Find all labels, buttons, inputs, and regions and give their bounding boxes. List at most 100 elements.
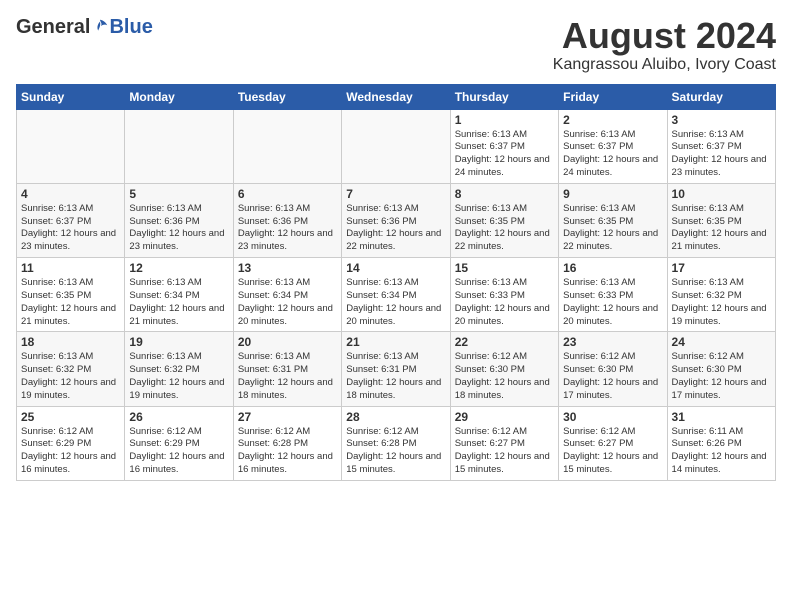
weekday-header-thursday: Thursday (450, 84, 558, 109)
day-number: 12 (129, 261, 228, 275)
day-info: Sunrise: 6:13 AM Sunset: 6:37 PM Dayligh… (563, 129, 662, 180)
day-info: Sunrise: 6:13 AM Sunset: 6:36 PM Dayligh… (238, 203, 337, 254)
weekday-header-tuesday: Tuesday (233, 84, 341, 109)
day-info: Sunrise: 6:13 AM Sunset: 6:35 PM Dayligh… (563, 203, 662, 254)
day-info: Sunrise: 6:13 AM Sunset: 6:31 PM Dayligh… (346, 351, 445, 402)
day-number: 26 (129, 410, 228, 424)
calendar-week-row: 1 Sunrise: 6:13 AM Sunset: 6:37 PM Daylig… (17, 109, 776, 183)
weekday-header-saturday: Saturday (667, 84, 775, 109)
day-info: Sunrise: 6:13 AM Sunset: 6:35 PM Dayligh… (21, 277, 120, 328)
calendar-cell: 26Sunrise: 6:12 AM Sunset: 6:29 PM Dayli… (125, 406, 233, 480)
calendar-cell: 17 Sunrise: 6:13 AM Sunset: 6:32 PM Dayli… (667, 258, 775, 332)
day-number: 9 (563, 187, 662, 201)
calendar-cell: 19Sunrise: 6:13 AM Sunset: 6:32 PM Dayli… (125, 332, 233, 406)
day-number: 3 (672, 113, 771, 127)
calendar-cell: 13 Sunrise: 6:13 AM Sunset: 6:34 PM Dayli… (233, 258, 341, 332)
day-info: Sunrise: 6:13 AM Sunset: 6:36 PM Dayligh… (129, 203, 228, 254)
calendar-cell: 25 Sunrise: 6:12 AM Sunset: 6:29 PM Dayli… (17, 406, 125, 480)
day-number: 1 (455, 113, 554, 127)
calendar-cell: 27Sunrise: 6:12 AM Sunset: 6:28 PM Dayli… (233, 406, 341, 480)
day-info: Sunrise: 6:12 AM Sunset: 6:30 PM Dayligh… (563, 351, 662, 402)
calendar-cell: 12Sunrise: 6:13 AM Sunset: 6:34 PM Dayli… (125, 258, 233, 332)
calendar-cell (342, 109, 450, 183)
day-number: 2 (563, 113, 662, 127)
day-number: 4 (21, 187, 120, 201)
day-number: 17 (672, 261, 771, 275)
calendar-cell: 29Sunrise: 6:12 AM Sunset: 6:27 PM Dayli… (450, 406, 558, 480)
calendar-cell: 6 Sunrise: 6:13 AM Sunset: 6:36 PM Daylig… (233, 183, 341, 257)
day-info: Sunrise: 6:11 AM Sunset: 6:26 PM Dayligh… (672, 426, 771, 477)
day-info: Sunrise: 6:13 AM Sunset: 6:37 PM Dayligh… (455, 129, 554, 180)
weekday-header-wednesday: Wednesday (342, 84, 450, 109)
weekday-header-friday: Friday (559, 84, 667, 109)
calendar-cell: 1 Sunrise: 6:13 AM Sunset: 6:37 PM Daylig… (450, 109, 558, 183)
day-number: 16 (563, 261, 662, 275)
day-number: 5 (129, 187, 228, 201)
day-number: 19 (129, 335, 228, 349)
calendar-cell: 23Sunrise: 6:12 AM Sunset: 6:30 PM Dayli… (559, 332, 667, 406)
day-number: 21 (346, 335, 445, 349)
calendar-cell: 8Sunrise: 6:13 AM Sunset: 6:35 PM Daylig… (450, 183, 558, 257)
day-info: Sunrise: 6:13 AM Sunset: 6:33 PM Dayligh… (455, 277, 554, 328)
calendar-week-row: 11 Sunrise: 6:13 AM Sunset: 6:35 PM Dayli… (17, 258, 776, 332)
logo-bird-icon (91, 18, 109, 36)
day-number: 30 (563, 410, 662, 424)
day-number: 15 (455, 261, 554, 275)
day-info: Sunrise: 6:13 AM Sunset: 6:37 PM Dayligh… (672, 129, 771, 180)
day-number: 7 (346, 187, 445, 201)
calendar-cell: 31Sunrise: 6:11 AM Sunset: 6:26 PM Dayli… (667, 406, 775, 480)
day-number: 25 (21, 410, 120, 424)
calendar-table: SundayMondayTuesdayWednesdayThursdayFrid… (16, 84, 776, 481)
day-info: Sunrise: 6:12 AM Sunset: 6:30 PM Dayligh… (672, 351, 771, 402)
day-number: 18 (21, 335, 120, 349)
calendar-cell (233, 109, 341, 183)
page-header: General Blue August 2024 Kangrassou Alui… (16, 16, 776, 74)
day-info: Sunrise: 6:13 AM Sunset: 6:37 PM Dayligh… (21, 203, 120, 254)
logo-blue-text: Blue (109, 16, 152, 39)
calendar-week-row: 25 Sunrise: 6:12 AM Sunset: 6:29 PM Dayli… (17, 406, 776, 480)
day-info: Sunrise: 6:12 AM Sunset: 6:29 PM Dayligh… (21, 426, 120, 477)
calendar-cell: 4 Sunrise: 6:13 AM Sunset: 6:37 PM Daylig… (17, 183, 125, 257)
calendar-cell: 16 Sunrise: 6:13 AM Sunset: 6:33 PM Dayli… (559, 258, 667, 332)
calendar-cell: 28Sunrise: 6:12 AM Sunset: 6:28 PM Dayli… (342, 406, 450, 480)
day-number: 14 (346, 261, 445, 275)
calendar-cell: 22Sunrise: 6:12 AM Sunset: 6:30 PM Dayli… (450, 332, 558, 406)
calendar-cell: 10 Sunrise: 6:13 AM Sunset: 6:35 PM Dayli… (667, 183, 775, 257)
day-number: 13 (238, 261, 337, 275)
day-info: Sunrise: 6:13 AM Sunset: 6:32 PM Dayligh… (672, 277, 771, 328)
day-number: 29 (455, 410, 554, 424)
day-number: 24 (672, 335, 771, 349)
day-number: 8 (455, 187, 554, 201)
day-info: Sunrise: 6:13 AM Sunset: 6:31 PM Dayligh… (238, 351, 337, 402)
day-number: 6 (238, 187, 337, 201)
day-number: 10 (672, 187, 771, 201)
day-info: Sunrise: 6:12 AM Sunset: 6:28 PM Dayligh… (346, 426, 445, 477)
logo: General Blue (16, 16, 153, 39)
calendar-cell (125, 109, 233, 183)
day-info: Sunrise: 6:12 AM Sunset: 6:28 PM Dayligh… (238, 426, 337, 477)
calendar-cell: 9 Sunrise: 6:13 AM Sunset: 6:35 PM Daylig… (559, 183, 667, 257)
calendar-cell: 30 Sunrise: 6:12 AM Sunset: 6:27 PM Dayli… (559, 406, 667, 480)
weekday-header-row: SundayMondayTuesdayWednesdayThursdayFrid… (17, 84, 776, 109)
calendar-cell: 15 Sunrise: 6:13 AM Sunset: 6:33 PM Dayli… (450, 258, 558, 332)
calendar-cell: 24 Sunrise: 6:12 AM Sunset: 6:30 PM Dayli… (667, 332, 775, 406)
title-block: August 2024 Kangrassou Aluibo, Ivory Coa… (553, 16, 776, 74)
day-info: Sunrise: 6:13 AM Sunset: 6:32 PM Dayligh… (21, 351, 120, 402)
location-title: Kangrassou Aluibo, Ivory Coast (553, 56, 776, 74)
calendar-cell: 2 Sunrise: 6:13 AM Sunset: 6:37 PM Daylig… (559, 109, 667, 183)
calendar-cell: 14Sunrise: 6:13 AM Sunset: 6:34 PM Dayli… (342, 258, 450, 332)
calendar-cell (17, 109, 125, 183)
day-info: Sunrise: 6:13 AM Sunset: 6:35 PM Dayligh… (672, 203, 771, 254)
day-number: 11 (21, 261, 120, 275)
day-info: Sunrise: 6:13 AM Sunset: 6:33 PM Dayligh… (563, 277, 662, 328)
calendar-cell: 21 Sunrise: 6:13 AM Sunset: 6:31 PM Dayli… (342, 332, 450, 406)
weekday-header-monday: Monday (125, 84, 233, 109)
calendar-cell: 7Sunrise: 6:13 AM Sunset: 6:36 PM Daylig… (342, 183, 450, 257)
day-info: Sunrise: 6:13 AM Sunset: 6:34 PM Dayligh… (238, 277, 337, 328)
logo-general-text: General (16, 16, 90, 39)
calendar-cell: 11 Sunrise: 6:13 AM Sunset: 6:35 PM Dayli… (17, 258, 125, 332)
month-title: August 2024 (553, 16, 776, 56)
calendar-cell: 20Sunrise: 6:13 AM Sunset: 6:31 PM Dayli… (233, 332, 341, 406)
day-info: Sunrise: 6:12 AM Sunset: 6:27 PM Dayligh… (563, 426, 662, 477)
calendar-week-row: 4 Sunrise: 6:13 AM Sunset: 6:37 PM Daylig… (17, 183, 776, 257)
